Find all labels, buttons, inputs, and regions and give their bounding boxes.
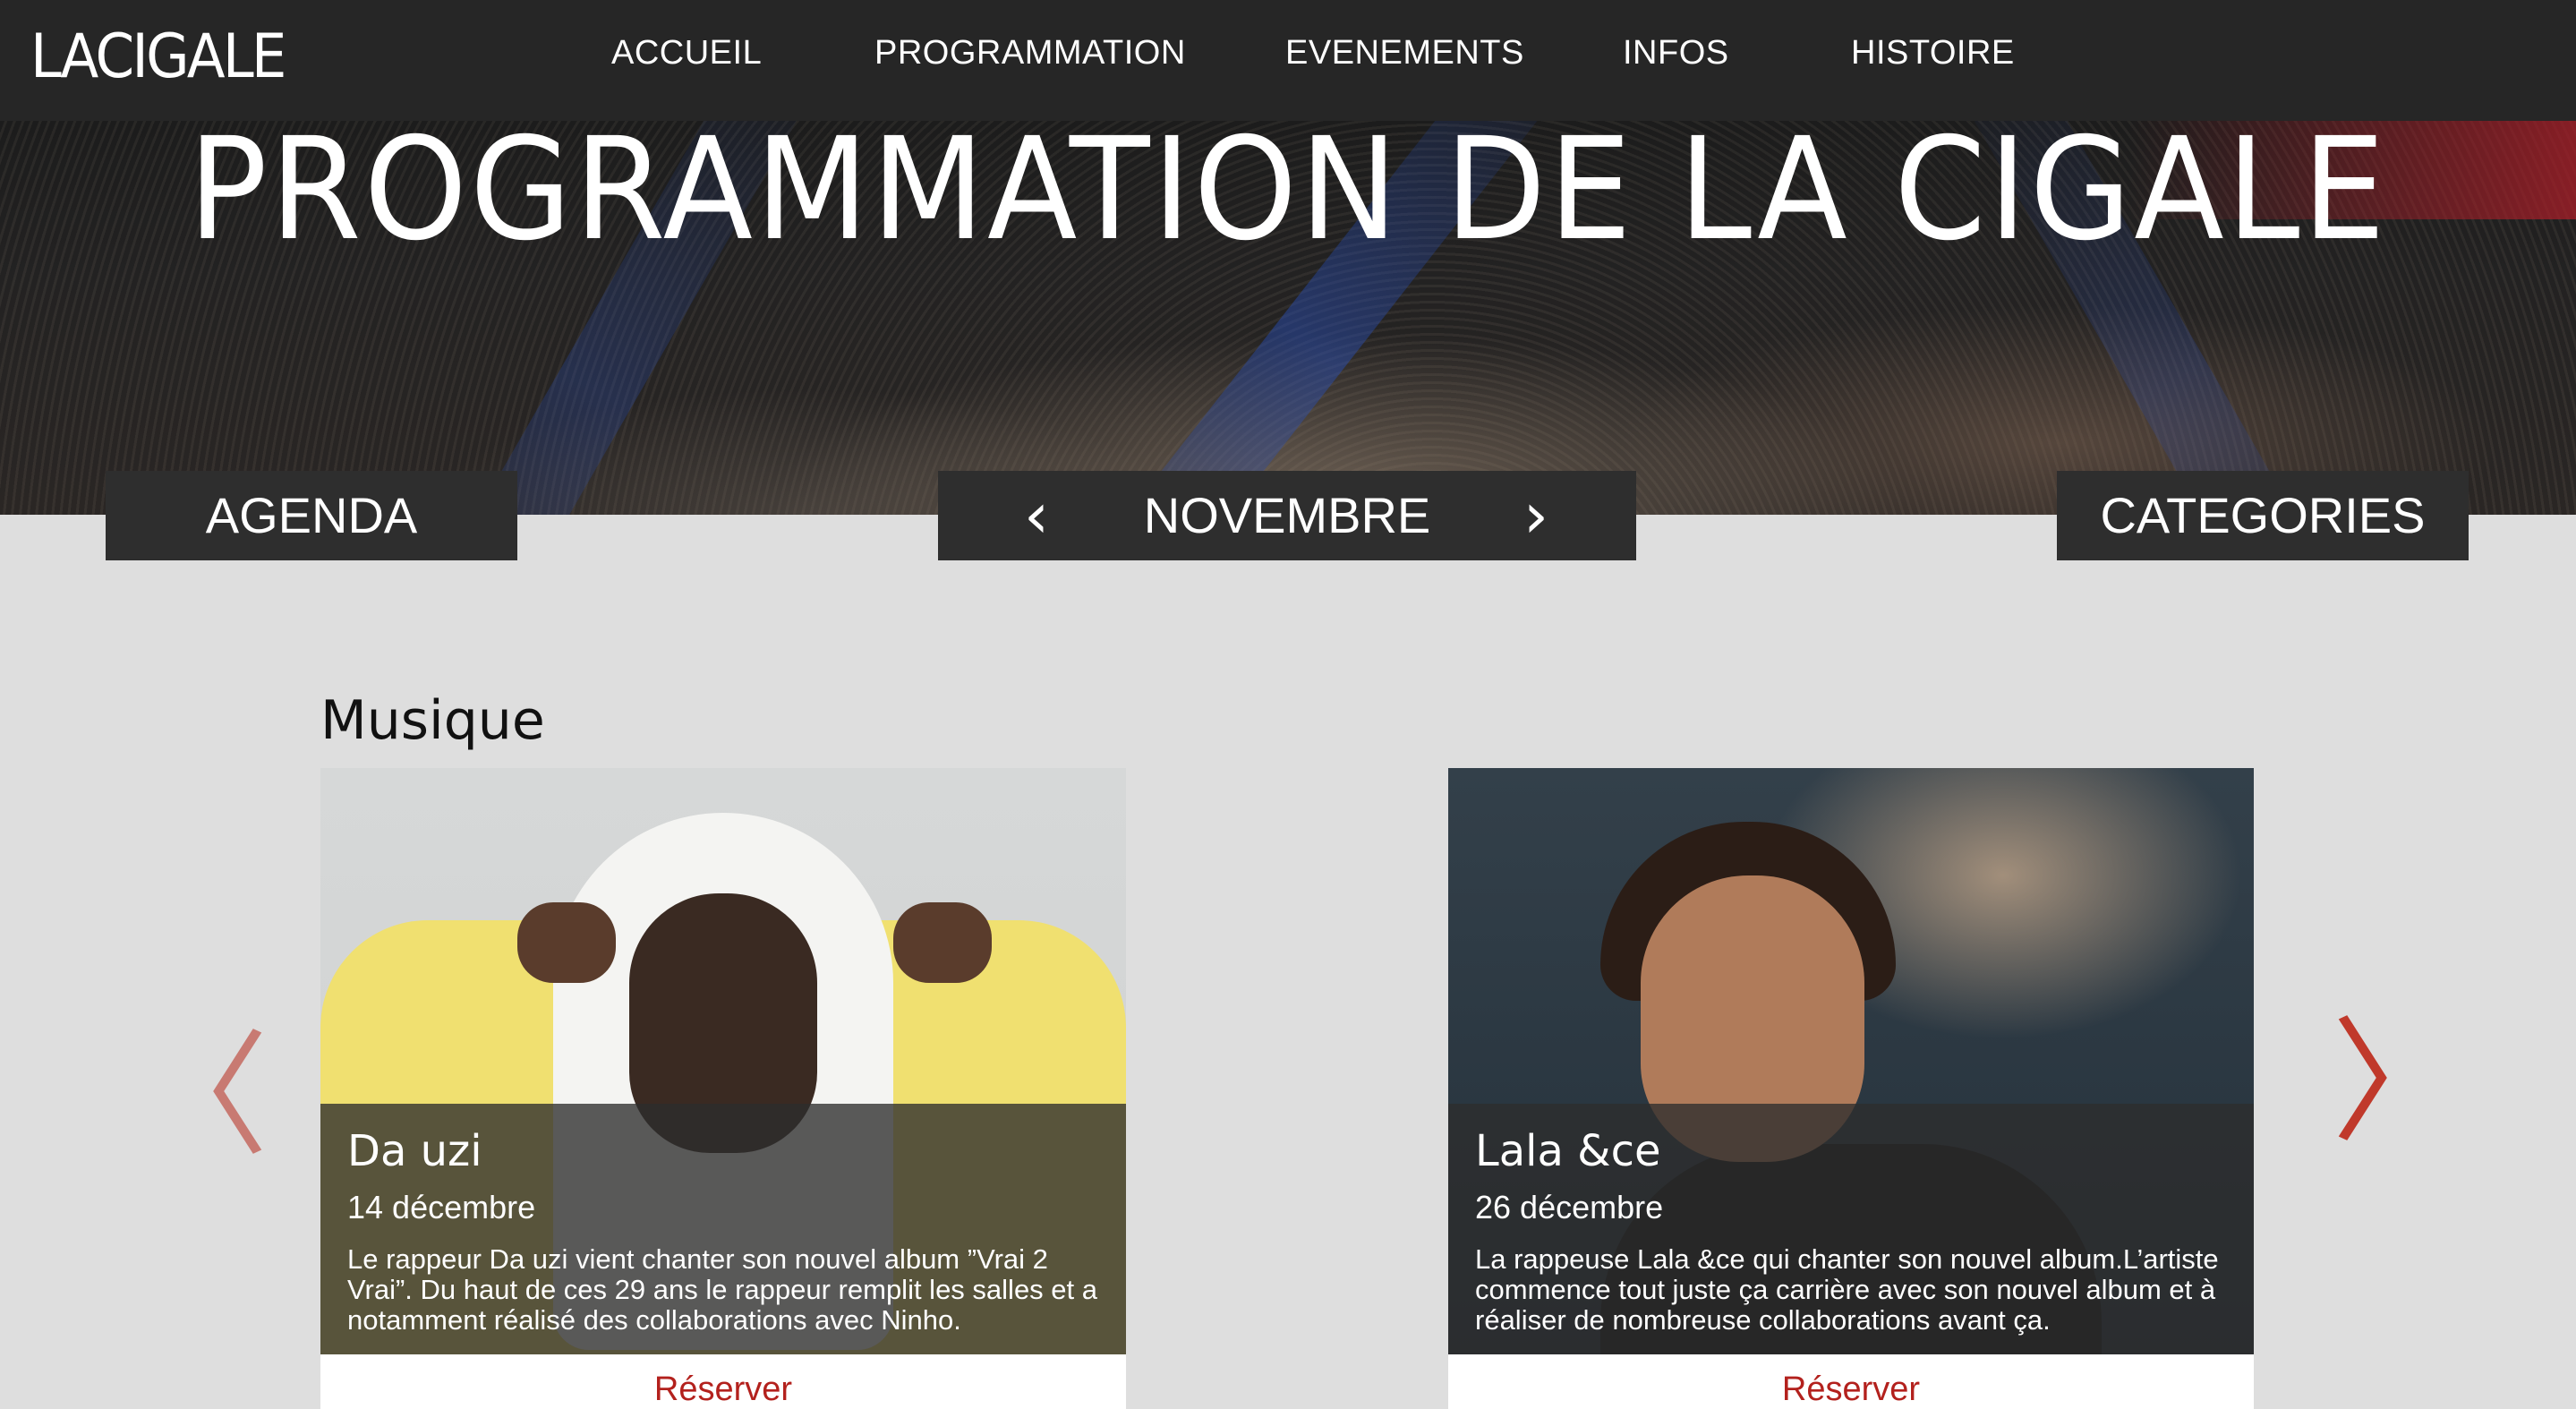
event-date: 26 décembre: [1475, 1189, 1664, 1225]
next-month-chevron-icon[interactable]: ›: [1500, 471, 1572, 560]
reserve-link[interactable]: Réserver: [320, 1354, 1126, 1409]
nav-item-evenements[interactable]: EVENEMENTS: [1285, 34, 1524, 73]
artist-name: Da uzi: [347, 1126, 482, 1176]
event-date: 14 décembre: [347, 1189, 536, 1225]
categories-button[interactable]: CATEGORIES: [2057, 471, 2469, 560]
section-title: Musique: [320, 689, 545, 752]
agenda-button[interactable]: AGENDA: [106, 471, 517, 560]
nav-item-infos[interactable]: INFOS: [1623, 34, 1729, 73]
event-card[interactable]: Da uzi 14 décembre Le rappeur Da uzi vie…: [320, 768, 1126, 1409]
reserve-link[interactable]: Réserver: [1448, 1354, 2254, 1409]
site-logo[interactable]: LACIGALE: [30, 21, 286, 92]
nav-item-programmation[interactable]: PROGRAMMATION: [874, 34, 1186, 73]
event-description: La rappeuse Lala &ce qui chanter son nou…: [1475, 1243, 2219, 1336]
photo-fist-shape: [893, 902, 992, 983]
event-description: Le rappeur Da uzi vient chanter son nouv…: [347, 1243, 1097, 1336]
nav-item-accueil[interactable]: ACCUEIL: [611, 34, 762, 73]
carousel-next-arrow-icon[interactable]: 〉: [2332, 1016, 2466, 1150]
carousel-prev-arrow-icon[interactable]: 〈: [134, 1029, 269, 1164]
top-navigation-bar: LACIGALE ACCUEIL PROGRAMMATION EVENEMENT…: [0, 0, 2576, 121]
month-selector: NOVEMBRE ‹ ›: [938, 471, 1636, 560]
previous-month-chevron-icon[interactable]: ‹: [1001, 471, 1072, 560]
event-card[interactable]: Lala &ce 26 décembre La rappeuse Lala &c…: [1448, 768, 2254, 1409]
card-info-overlay: Lala &ce 26 décembre La rappeuse Lala &c…: [1448, 1104, 2254, 1354]
card-info-overlay: Da uzi 14 décembre Le rappeur Da uzi vie…: [320, 1104, 1126, 1354]
photo-fist-shape: [517, 902, 616, 983]
artist-name: Lala &ce: [1475, 1126, 1661, 1176]
nav-item-histoire[interactable]: HISTOIRE: [1851, 34, 2015, 73]
page-title: PROGRAMMATION DE LA CIGALE: [188, 107, 2388, 272]
